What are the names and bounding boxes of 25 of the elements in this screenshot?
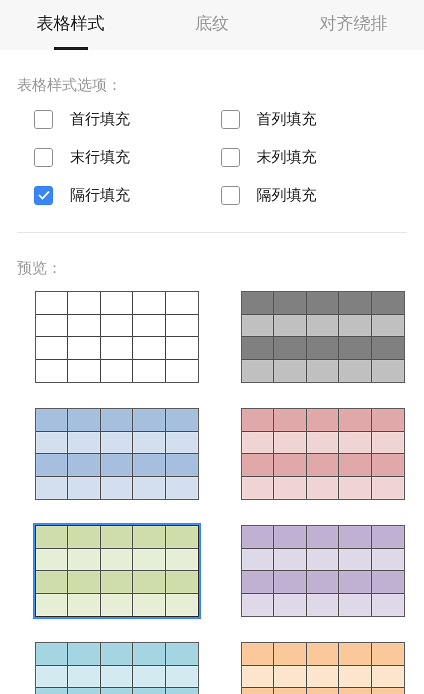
checkbox[interactable]	[34, 148, 53, 166]
section-label: 预览：	[17, 258, 63, 279]
option-label: 隔列填充	[256, 184, 316, 206]
option-label: 末列填充	[256, 146, 316, 168]
table-style-preview[interactable]	[35, 525, 199, 617]
option-label: 首行填充	[70, 108, 130, 130]
table-style-preview[interactable]	[241, 525, 405, 617]
checkmark-icon	[38, 190, 50, 200]
tab[interactable]: 底纹	[141, 0, 283, 50]
checkbox[interactable]	[34, 110, 53, 128]
option-label: 末行填充	[70, 146, 130, 168]
checkbox[interactable]	[220, 148, 240, 166]
option-label: 首列填充	[256, 108, 316, 130]
table-style-preview[interactable]	[241, 408, 405, 500]
checkbox[interactable]	[220, 110, 240, 128]
tab[interactable]: 表格样式	[0, 0, 142, 50]
table-style-preview[interactable]	[35, 291, 199, 383]
table-style-preview[interactable]	[241, 642, 405, 694]
checkbox[interactable]	[34, 186, 53, 204]
checkbox[interactable]	[220, 186, 240, 204]
table-style-preview[interactable]	[35, 408, 199, 500]
tab[interactable]: 对齐绕排	[282, 0, 424, 50]
section-label: 表格样式选项：	[17, 75, 123, 96]
option-label: 隔行填充	[70, 184, 130, 206]
table-style-preview[interactable]	[35, 642, 199, 694]
